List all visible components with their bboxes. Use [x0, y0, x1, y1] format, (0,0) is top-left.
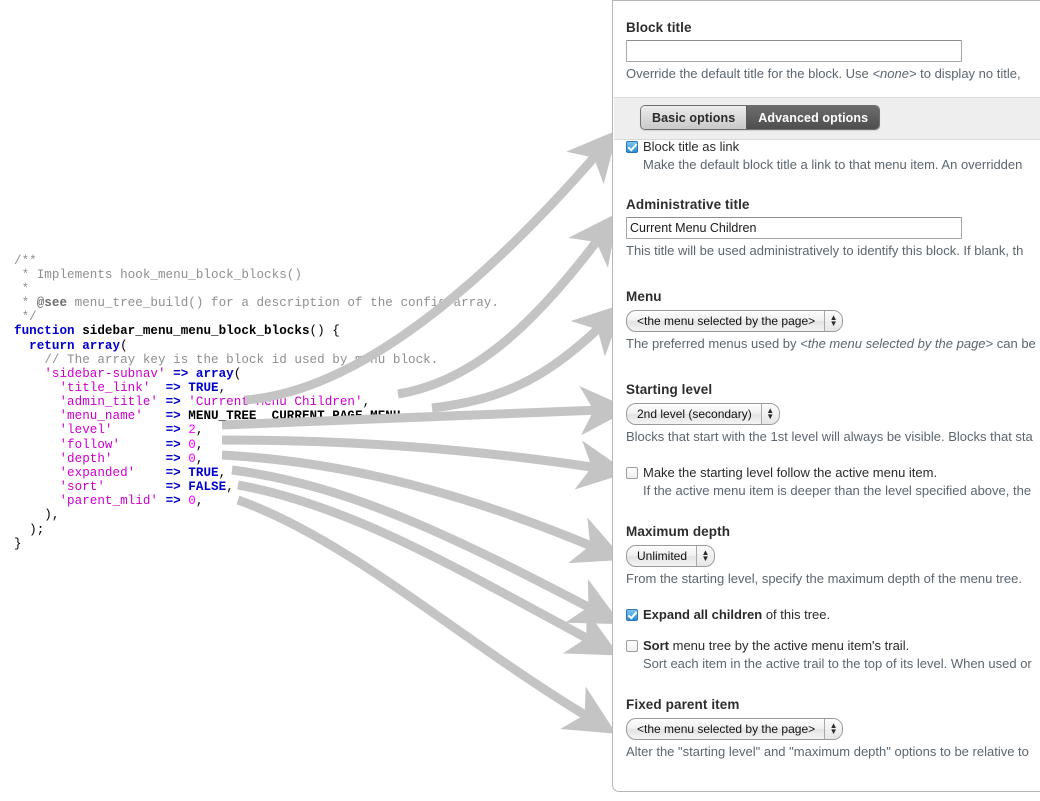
sort-checkbox[interactable]: [626, 640, 638, 652]
block-title-input[interactable]: [626, 40, 962, 62]
block-title-field-group: Block title Override the default title f…: [613, 20, 1021, 82]
maximum-depth-description: From the starting level, specify the max…: [626, 571, 1022, 586]
menu-desc-em: <the menu selected by the page>: [800, 336, 994, 351]
source-code-block: /** * Implements hook_menu_block_blocks(…: [14, 253, 499, 551]
starting-level-field-group: Starting level 2nd level (secondary) ▲ ▼ …: [613, 382, 1033, 445]
up-down-stepper-icon: ▲ ▼: [760, 404, 779, 424]
menu-select[interactable]: <the menu selected by the page> ▲ ▼: [626, 310, 844, 332]
starting-level-label: Starting level: [626, 382, 713, 397]
block-configure-form-panel: Block title Override the default title f…: [612, 0, 1040, 792]
menu-label: Menu: [626, 289, 662, 304]
fixed-parent-field-group: Fixed parent item <the menu selected by …: [613, 697, 1029, 760]
block-title-desc-em: <none>: [872, 66, 917, 81]
admin-title-label: Administrative title: [626, 197, 750, 212]
maximum-depth-select-value: Unlimited: [637, 549, 688, 563]
up-down-stepper-icon: ▲ ▼: [696, 546, 715, 566]
tab-advanced-options[interactable]: Advanced options: [746, 106, 880, 129]
fixed-parent-description: Alter the "starting level" and "maximum …: [626, 744, 1029, 759]
follow-checkbox-row[interactable]: Make the starting level follow the activ…: [626, 465, 1031, 480]
maximum-depth-field-group: Maximum depth Unlimited ▲ ▼ From the star…: [613, 524, 1022, 587]
menu-select-value: <the menu selected by the page>: [637, 314, 816, 328]
title-link-checkbox-row[interactable]: Block title as link: [626, 139, 1022, 154]
maximum-depth-label: Maximum depth: [626, 524, 731, 539]
tab-basic-options[interactable]: Basic options: [641, 106, 747, 129]
sort-checkbox-row[interactable]: Sort menu tree by the active menu item's…: [626, 638, 1032, 653]
fixed-parent-select[interactable]: <the menu selected by the page> ▲ ▼: [626, 718, 844, 740]
block-title-desc-pre: Override the default title for the block…: [626, 66, 873, 81]
title-link-description: Make the default block title a link to t…: [643, 157, 1023, 172]
fixed-parent-label: Fixed parent item: [626, 697, 740, 712]
menu-field-group: Menu <the menu selected by the page> ▲ ▼ …: [613, 289, 1036, 352]
starting-level-description: Blocks that start with the 1st level wil…: [626, 429, 1033, 444]
maximum-depth-select[interactable]: Unlimited ▲ ▼: [626, 545, 716, 567]
expanded-label-rest: of this tree.: [762, 607, 831, 622]
menu-description: The preferred menus used by <the menu se…: [626, 336, 1036, 352]
starting-level-select[interactable]: 2nd level (secondary) ▲ ▼: [626, 403, 780, 425]
up-down-stepper-icon: ▲ ▼: [824, 311, 843, 331]
follow-description: If the active menu item is deeper than t…: [643, 483, 1032, 498]
expanded-field-group: Expand all children of this tree.: [613, 607, 830, 622]
expanded-checkbox-row[interactable]: Expand all children of this tree.: [626, 607, 830, 622]
code-pane: /** * Implements hook_menu_block_blocks(…: [0, 0, 612, 801]
title-link-checkbox[interactable]: [626, 141, 638, 153]
menu-desc-pre: The preferred menus used by: [626, 336, 801, 351]
sort-field-group: Sort menu tree by the active menu item's…: [613, 638, 1032, 672]
sort-label: Sort menu tree by the active menu item's…: [643, 638, 909, 653]
menu-desc-post: can be: [993, 336, 1036, 351]
follow-label: Make the starting level follow the activ…: [643, 465, 938, 480]
title-link-label: Block title as link: [643, 139, 740, 154]
fixed-parent-select-value: <the menu selected by the page>: [637, 722, 816, 736]
title-link-field-group: Block title as link Make the default blo…: [613, 139, 1022, 173]
follow-field-group: Make the starting level follow the activ…: [613, 465, 1031, 499]
options-tab-group: Basic options Advanced options: [640, 105, 881, 130]
expanded-label: Expand all children of this tree.: [643, 607, 830, 622]
block-title-description: Override the default title for the block…: [626, 66, 1021, 82]
sort-description: Sort each item in the active trail to th…: [643, 656, 1032, 671]
admin-title-description: This title will be used administratively…: [626, 243, 1024, 258]
sort-label-bold: Sort: [643, 638, 669, 653]
options-tab-band: Basic options Advanced options: [614, 97, 1040, 140]
starting-level-select-value: 2nd level (secondary): [637, 407, 752, 421]
block-title-label: Block title: [626, 20, 692, 35]
admin-title-field-group: Administrative title This title will be …: [613, 197, 1023, 259]
sort-label-rest: menu tree by the active menu item's trai…: [669, 638, 910, 653]
follow-checkbox[interactable]: [626, 467, 638, 479]
admin-title-input[interactable]: [626, 217, 962, 239]
expanded-label-bold: Expand all children: [643, 607, 763, 622]
up-down-stepper-icon: ▲ ▼: [824, 719, 843, 739]
block-title-desc-post: to display no title,: [916, 66, 1021, 81]
expanded-checkbox[interactable]: [626, 609, 638, 621]
